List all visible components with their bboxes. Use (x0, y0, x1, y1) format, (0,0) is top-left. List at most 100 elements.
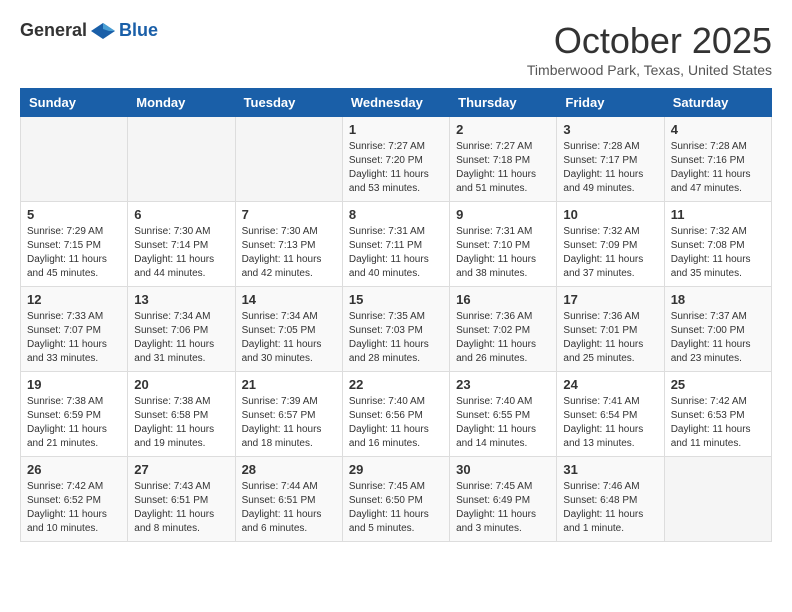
table-row: 18Sunrise: 7:37 AM Sunset: 7:00 PM Dayli… (664, 287, 771, 372)
logo: General Blue (20, 20, 158, 41)
day-info: Sunrise: 7:27 AM Sunset: 7:18 PM Dayligh… (456, 140, 550, 196)
day-number: 8 (349, 207, 443, 222)
day-number: 1 (349, 122, 443, 137)
day-number: 23 (456, 377, 550, 392)
table-row: 7 Sunrise: 7:30 AM Sunset: 7:13 PM Daylig… (235, 202, 342, 287)
day-info: Sunrise: 7:28 AM Sunset: 7:17 PM Dayligh… (563, 140, 657, 196)
day-info: Sunrise: 7:42 AM Sunset: 6:53 PM Dayligh… (671, 395, 765, 451)
weekday-header-row: Sunday Monday Tuesday Wednesday Thursday… (21, 89, 772, 117)
table-row: 20 Sunrise: 7:38 AM Sunset: 6:58 PM Dayli… (128, 372, 235, 457)
day-info: Sunrise: 7:33 AM Sunset: 7:07 PM Dayligh… (27, 310, 121, 366)
logo-icon (89, 21, 117, 41)
title-section: October 2025 Timberwood Park, Texas, Uni… (527, 20, 772, 78)
day-info: Sunrise: 7:43 AM Sunset: 6:51 PM Dayligh… (134, 480, 228, 536)
table-row: 13 Sunrise: 7:34 AM Sunset: 7:06 PM Dayli… (128, 287, 235, 372)
day-number: 4 (671, 122, 765, 137)
logo-blue-text: Blue (119, 20, 158, 41)
day-number: 18 (671, 292, 765, 307)
day-number: 16 (456, 292, 550, 307)
table-row: 19 Sunrise: 7:38 AM Sunset: 6:59 PM Dayli… (21, 372, 128, 457)
table-row: 25 Sunrise: 7:42 AM Sunset: 6:53 PM Dayli… (664, 372, 771, 457)
weekday-thursday: Thursday (450, 89, 557, 117)
table-row: 3 Sunrise: 7:28 AM Sunset: 7:17 PM Daylig… (557, 117, 664, 202)
day-number: 20 (134, 377, 228, 392)
table-row: 27 Sunrise: 7:43 AM Sunset: 6:51 PM Dayli… (128, 457, 235, 542)
day-info: Sunrise: 7:31 AM Sunset: 7:11 PM Dayligh… (349, 225, 443, 281)
table-row: 6Sunrise: 7:30 AM Sunset: 7:14 PM Daylig… (128, 202, 235, 287)
table-row: 16Sunrise: 7:36 AM Sunset: 7:02 PM Dayli… (450, 287, 557, 372)
day-number: 28 (242, 462, 336, 477)
day-info: Sunrise: 7:38 AM Sunset: 6:58 PM Dayligh… (134, 395, 228, 451)
month-year-title: October 2025 (527, 20, 772, 62)
day-number: 24 (563, 377, 657, 392)
day-info: Sunrise: 7:40 AM Sunset: 6:56 PM Dayligh… (349, 395, 443, 451)
calendar-table: Sunday Monday Tuesday Wednesday Thursday… (20, 88, 772, 542)
day-number: 22 (349, 377, 443, 392)
day-number: 27 (134, 462, 228, 477)
table-row (664, 457, 771, 542)
day-number: 19 (27, 377, 121, 392)
day-info: Sunrise: 7:29 AM Sunset: 7:15 PM Dayligh… (27, 225, 121, 281)
weekday-monday: Monday (128, 89, 235, 117)
calendar-week-row: 1Sunrise: 7:27 AM Sunset: 7:20 PM Daylig… (21, 117, 772, 202)
day-info: Sunrise: 7:38 AM Sunset: 6:59 PM Dayligh… (27, 395, 121, 451)
weekday-saturday: Saturday (664, 89, 771, 117)
table-row: 22 Sunrise: 7:40 AM Sunset: 6:56 PM Dayli… (342, 372, 449, 457)
day-number: 25 (671, 377, 765, 392)
day-number: 6 (134, 207, 228, 222)
day-number: 31 (563, 462, 657, 477)
day-info: Sunrise: 7:28 AM Sunset: 7:16 PM Dayligh… (671, 140, 765, 196)
day-info: Sunrise: 7:32 AM Sunset: 7:08 PM Dayligh… (671, 225, 765, 281)
table-row: 2 Sunrise: 7:27 AM Sunset: 7:18 PM Daylig… (450, 117, 557, 202)
table-row: 17 Sunrise: 7:36 AM Sunset: 7:01 PM Dayli… (557, 287, 664, 372)
day-info: Sunrise: 7:45 AM Sunset: 6:50 PM Dayligh… (349, 480, 443, 536)
day-info: Sunrise: 7:34 AM Sunset: 7:05 PM Dayligh… (242, 310, 336, 366)
table-row: 31 Sunrise: 7:46 AM Sunset: 6:48 PM Dayli… (557, 457, 664, 542)
table-row: 1Sunrise: 7:27 AM Sunset: 7:20 PM Daylig… (342, 117, 449, 202)
logo-general-text: General (20, 20, 87, 41)
table-row: 24 Sunrise: 7:41 AM Sunset: 6:54 PM Dayli… (557, 372, 664, 457)
day-info: Sunrise: 7:35 AM Sunset: 7:03 PM Dayligh… (349, 310, 443, 366)
day-number: 2 (456, 122, 550, 137)
weekday-wednesday: Wednesday (342, 89, 449, 117)
table-row: 4 Sunrise: 7:28 AM Sunset: 7:16 PM Daylig… (664, 117, 771, 202)
day-number: 11 (671, 207, 765, 222)
table-row: 12Sunrise: 7:33 AM Sunset: 7:07 PM Dayli… (21, 287, 128, 372)
table-row (128, 117, 235, 202)
day-number: 30 (456, 462, 550, 477)
calendar-week-row: 5Sunrise: 7:29 AM Sunset: 7:15 PM Daylig… (21, 202, 772, 287)
day-info: Sunrise: 7:30 AM Sunset: 7:13 PM Dayligh… (242, 225, 336, 281)
day-number: 3 (563, 122, 657, 137)
day-number: 7 (242, 207, 336, 222)
page-header: General Blue October 2025 Timberwood Par… (20, 20, 772, 78)
table-row: 14Sunrise: 7:34 AM Sunset: 7:05 PM Dayli… (235, 287, 342, 372)
day-info: Sunrise: 7:36 AM Sunset: 7:01 PM Dayligh… (563, 310, 657, 366)
day-info: Sunrise: 7:31 AM Sunset: 7:10 PM Dayligh… (456, 225, 550, 281)
day-info: Sunrise: 7:45 AM Sunset: 6:49 PM Dayligh… (456, 480, 550, 536)
day-number: 13 (134, 292, 228, 307)
table-row: 5Sunrise: 7:29 AM Sunset: 7:15 PM Daylig… (21, 202, 128, 287)
day-info: Sunrise: 7:39 AM Sunset: 6:57 PM Dayligh… (242, 395, 336, 451)
table-row: 11 Sunrise: 7:32 AM Sunset: 7:08 PM Dayli… (664, 202, 771, 287)
day-info: Sunrise: 7:46 AM Sunset: 6:48 PM Dayligh… (563, 480, 657, 536)
day-number: 17 (563, 292, 657, 307)
table-row: 21Sunrise: 7:39 AM Sunset: 6:57 PM Dayli… (235, 372, 342, 457)
location-subtitle: Timberwood Park, Texas, United States (527, 62, 772, 78)
calendar-week-row: 12Sunrise: 7:33 AM Sunset: 7:07 PM Dayli… (21, 287, 772, 372)
day-info: Sunrise: 7:44 AM Sunset: 6:51 PM Dayligh… (242, 480, 336, 536)
table-row: 29 Sunrise: 7:45 AM Sunset: 6:50 PM Dayli… (342, 457, 449, 542)
day-number: 15 (349, 292, 443, 307)
table-row (235, 117, 342, 202)
table-row: 30 Sunrise: 7:45 AM Sunset: 6:49 PM Dayli… (450, 457, 557, 542)
calendar-week-row: 26Sunrise: 7:42 AM Sunset: 6:52 PM Dayli… (21, 457, 772, 542)
table-row: 26Sunrise: 7:42 AM Sunset: 6:52 PM Dayli… (21, 457, 128, 542)
day-info: Sunrise: 7:32 AM Sunset: 7:09 PM Dayligh… (563, 225, 657, 281)
day-info: Sunrise: 7:41 AM Sunset: 6:54 PM Dayligh… (563, 395, 657, 451)
day-number: 29 (349, 462, 443, 477)
table-row: 8 Sunrise: 7:31 AM Sunset: 7:11 PM Daylig… (342, 202, 449, 287)
day-info: Sunrise: 7:34 AM Sunset: 7:06 PM Dayligh… (134, 310, 228, 366)
weekday-friday: Friday (557, 89, 664, 117)
weekday-sunday: Sunday (21, 89, 128, 117)
day-number: 10 (563, 207, 657, 222)
table-row: 9Sunrise: 7:31 AM Sunset: 7:10 PM Daylig… (450, 202, 557, 287)
